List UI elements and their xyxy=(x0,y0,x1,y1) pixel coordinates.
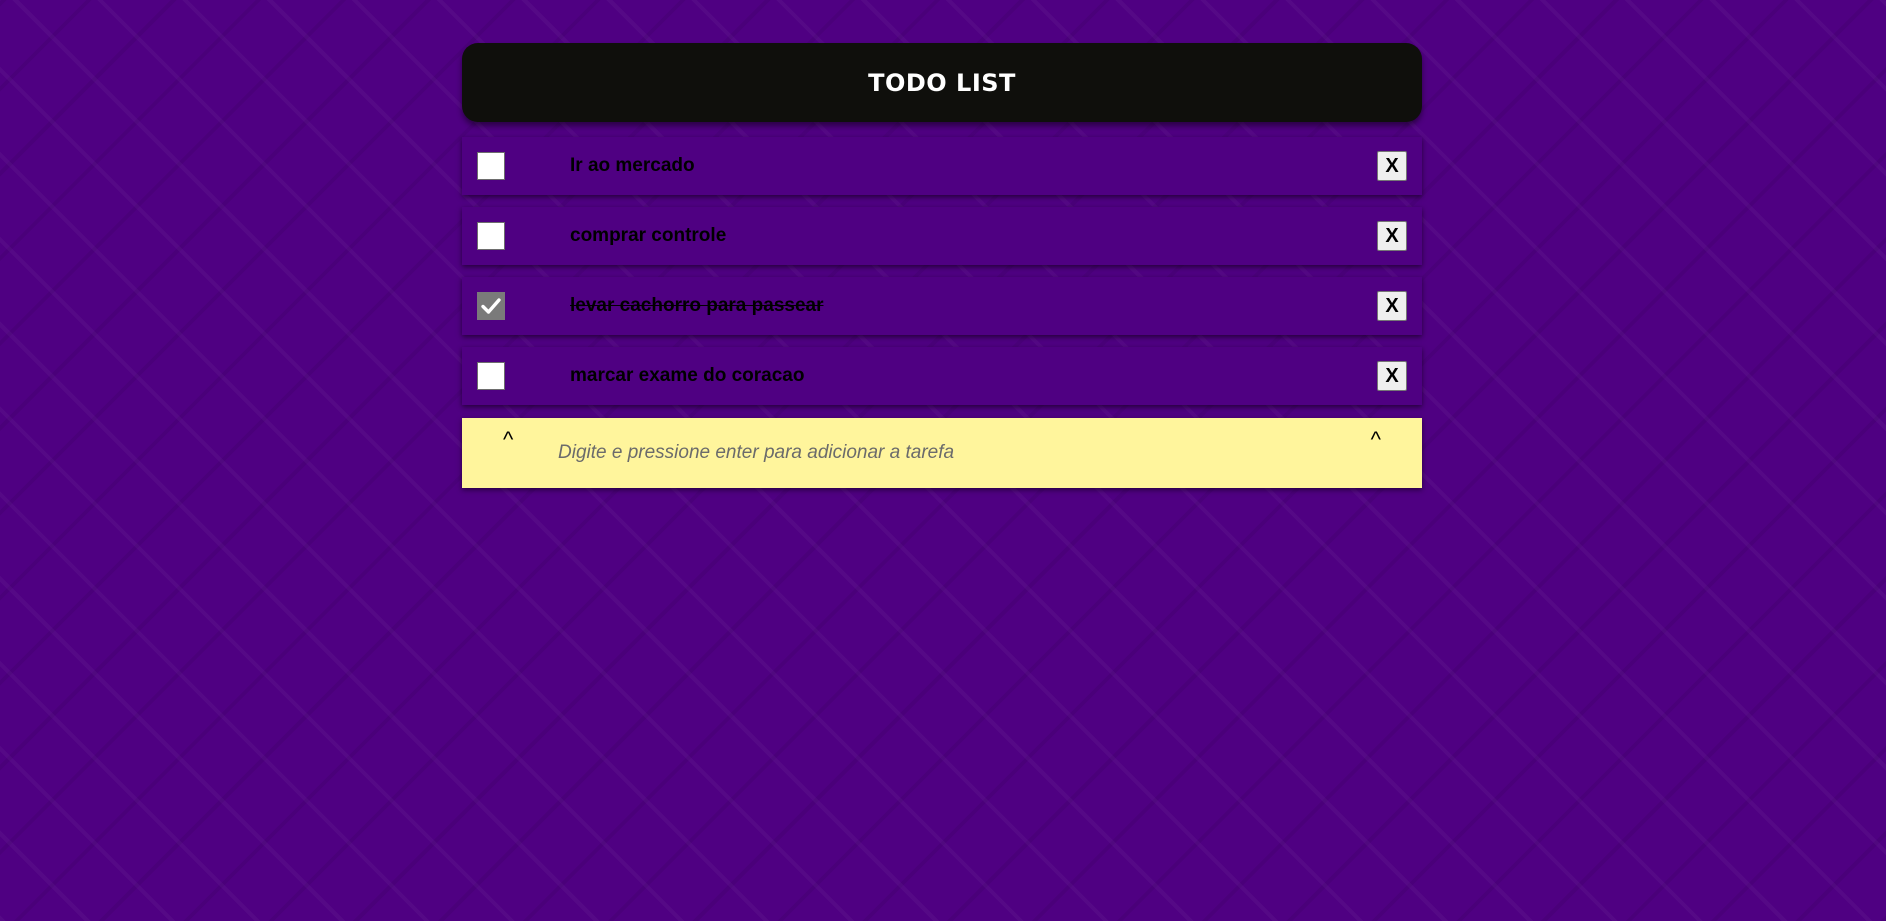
todo-app: TODO LIST Ir ao mercado X comprar contro… xyxy=(462,43,1422,488)
delete-task-button[interactable]: X xyxy=(1377,151,1407,181)
app-header: TODO LIST xyxy=(462,43,1422,122)
delete-task-button[interactable]: X xyxy=(1377,291,1407,321)
delete-task-button[interactable]: X xyxy=(1377,361,1407,391)
checkmark-icon xyxy=(481,298,501,314)
delete-task-button[interactable]: X xyxy=(1377,221,1407,251)
caret-up-icon[interactable]: ^ xyxy=(503,427,513,453)
task-checkbox[interactable] xyxy=(477,292,505,320)
add-task-input[interactable] xyxy=(558,418,1318,488)
task-label: levar cachorro para passear xyxy=(570,295,824,316)
task-list: Ir ao mercado X comprar controle X levar… xyxy=(462,137,1422,405)
task-label: marcar exame do coracao xyxy=(570,365,805,386)
add-task-bar: ^ ^ xyxy=(462,418,1422,488)
task-item: Ir ao mercado X xyxy=(462,137,1422,195)
task-checkbox[interactable] xyxy=(477,222,505,250)
task-item: levar cachorro para passear X xyxy=(462,277,1422,335)
task-checkbox[interactable] xyxy=(477,362,505,390)
caret-up-icon[interactable]: ^ xyxy=(1371,427,1381,453)
page-title: TODO LIST xyxy=(868,68,1016,97)
task-label: Ir ao mercado xyxy=(570,155,695,176)
task-checkbox[interactable] xyxy=(477,152,505,180)
task-item: marcar exame do coracao X xyxy=(462,347,1422,405)
task-label: comprar controle xyxy=(570,225,727,246)
task-item: comprar controle X xyxy=(462,207,1422,265)
